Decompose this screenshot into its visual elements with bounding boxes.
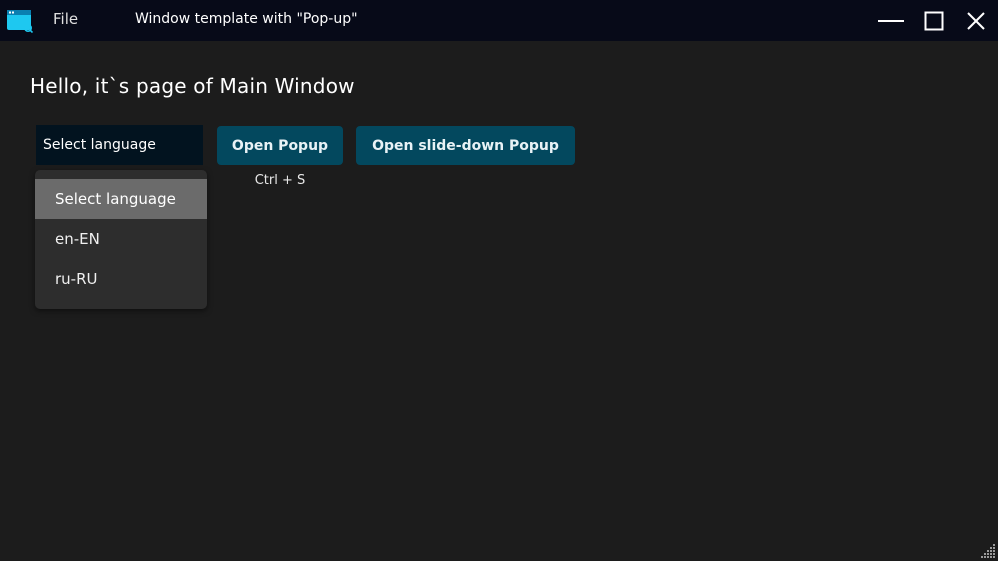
minimize-button[interactable] — [869, 0, 913, 41]
window-title: Window template with "Pop-up" — [135, 11, 358, 27]
language-option-select-language[interactable]: Select language — [35, 179, 207, 219]
window-app-icon — [7, 10, 33, 33]
open-slide-down-popup-label: Open slide-down Popup — [372, 137, 559, 154]
menu-file[interactable]: File — [53, 10, 78, 28]
main-window: File Window template with "Pop-up" Hello… — [0, 0, 998, 561]
open-popup-button[interactable]: Open Popup — [217, 126, 343, 165]
language-option-en-en[interactable]: en-EN — [35, 219, 207, 259]
open-slide-down-popup-button[interactable]: Open slide-down Popup — [356, 126, 575, 165]
close-button[interactable] — [954, 0, 998, 41]
maximize-button[interactable] — [912, 0, 956, 41]
minimize-icon — [878, 19, 904, 22]
maximize-icon — [924, 11, 944, 30]
open-popup-label: Open Popup — [231, 137, 329, 154]
language-option-ru-ru[interactable]: ru-RU — [35, 259, 207, 299]
title-bar[interactable]: File Window template with "Pop-up" — [0, 0, 998, 41]
resize-grip-icon[interactable] — [980, 543, 996, 559]
open-popup-shortcut: Ctrl + S — [254, 173, 306, 188]
language-select-value: Select language — [43, 137, 156, 153]
language-dropdown: Select language en-EN ru-RU — [35, 170, 207, 309]
page-heading: Hello, it`s page of Main Window — [30, 74, 355, 98]
language-select[interactable]: Select language — [36, 125, 203, 165]
close-icon — [967, 11, 985, 30]
